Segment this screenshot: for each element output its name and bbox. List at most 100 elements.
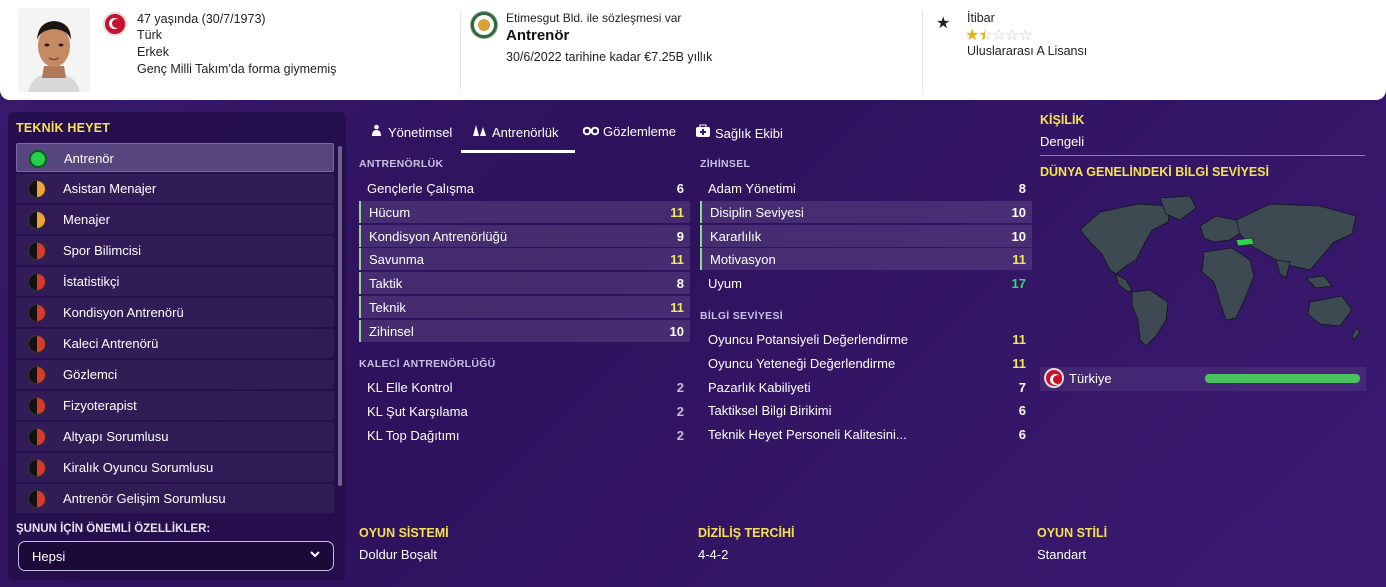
staff-list-item[interactable]: Gözlemci [16, 360, 334, 389]
attribute-row[interactable]: Oyuncu Potansiyeli Değerlendirme 11 [700, 328, 1032, 350]
nationality-text: Türk [137, 28, 162, 42]
tab-label: Sağlık Ekibi [715, 126, 783, 141]
attribute-row[interactable]: Motivasyon 11 [700, 248, 1032, 271]
tab-antrenorluk[interactable]: Antrenörlük [472, 124, 558, 140]
game-system-title: OYUN SİSTEMİ [359, 526, 449, 540]
attribute-row[interactable]: KL Şut Karşılama 2 [359, 400, 690, 422]
attribute-value: 17 [1011, 276, 1026, 292]
staff-item-label: Menajer [63, 212, 110, 227]
attribute-value: 11 [670, 300, 684, 315]
attribute-value: 6 [676, 181, 684, 196]
status-dot-icon [28, 428, 46, 446]
staff-list-item[interactable]: Antrenör [16, 143, 334, 172]
staff-role: Antrenör [506, 27, 570, 44]
attribute-value: 2 [676, 427, 684, 443]
status-dot-icon [28, 242, 46, 260]
staff-item-label: İstatistikçi [63, 274, 120, 289]
status-dot-icon [28, 273, 46, 291]
tab-gozlemleme[interactable]: Gözlemleme [582, 124, 676, 139]
attribute-value: 10 [669, 323, 684, 339]
knowledge-section-title: BİLGİ SEVİYESİ [700, 310, 783, 322]
staff-item-label: Antrenör [64, 151, 114, 166]
attribute-value: 10 [1011, 228, 1026, 244]
club-badge-icon[interactable] [471, 12, 497, 38]
world-knowledge-map[interactable] [1040, 190, 1365, 350]
tab-saglik-ekibi[interactable]: Sağlık Ekibi [695, 124, 783, 141]
attribute-row[interactable]: Kararlılık 10 [700, 224, 1032, 247]
divider [1040, 155, 1365, 156]
attribute-value: 11 [1012, 252, 1026, 268]
staff-list-item[interactable]: Menajer [16, 205, 334, 234]
attribute-row[interactable]: Hücum 11 [359, 200, 690, 223]
star-full-icon: ★ [965, 27, 979, 44]
attribute-row[interactable]: Uyum 17 [700, 272, 1032, 294]
attribute-name: Zihinsel [369, 323, 414, 339]
attribute-row[interactable]: Taktiksel Bilgi Birikimi 6 [700, 399, 1032, 421]
attribute-row[interactable]: Zihinsel 10 [359, 319, 690, 342]
staff-item-label: Kaleci Antrenörü [63, 336, 159, 351]
staff-item-label: Antrenör Gelişim Sorumlusu [63, 491, 226, 506]
goalkeeping-section-title: KALECİ ANTRENÖRLÜĞÜ [359, 358, 496, 370]
staff-header-card: 47 yaşında (30/7/1973) Türk Erkek Genç M… [0, 0, 1386, 100]
formation-title: DİZİLİŞ TERCİHİ [698, 526, 795, 540]
personality-value: Dengeli [1040, 134, 1085, 149]
staff-panel: TEKNİK HEYET Antrenör Asistan Menajer Mena… [8, 112, 346, 580]
staff-list-item[interactable]: Kiralık Oyuncu Sorumlusu [16, 453, 334, 482]
attribute-value: 8 [1018, 181, 1026, 196]
filter-value: Hepsi [32, 549, 66, 564]
attribute-row[interactable]: Adam Yönetimi 8 [700, 177, 1032, 199]
staff-list-item[interactable]: Kondisyon Antrenörü [16, 298, 334, 327]
star-empty-icon: ☆ [1005, 27, 1019, 44]
attribute-value: 6 [1018, 403, 1026, 419]
attribute-row[interactable]: KL Top Dağıtımı 2 [359, 424, 690, 446]
staff-list-item[interactable]: Spor Bilimcisi [16, 236, 334, 265]
attribute-name: Oyuncu Potansiyeli Değerlendirme [708, 332, 909, 347]
staff-item-label: Gözlemci [63, 367, 118, 382]
tab-label: Gözlemleme [603, 124, 676, 139]
attribute-row[interactable]: Savunma 11 [359, 248, 690, 271]
attribute-row[interactable]: KL Elle Kontrol 2 [359, 376, 690, 398]
medical-kit-icon [695, 124, 711, 141]
attribute-name: Hücum [369, 204, 411, 220]
attribute-row[interactable]: Teknik Heyet Personeli Kalitesini... 6 [700, 423, 1032, 445]
attribute-row[interactable]: Taktik 8 [359, 272, 690, 295]
staff-list-item[interactable]: Altyapı Sorumlusu [16, 422, 334, 451]
turkey-flag-icon [103, 12, 127, 36]
attribute-name: KL Şut Karşılama [367, 403, 468, 419]
status-dot-icon [28, 459, 46, 477]
staff-list-item[interactable]: Kaleci Antrenörü [16, 329, 334, 358]
attribute-name: Adam Yönetimi [708, 181, 796, 196]
status-dot-icon [28, 397, 46, 415]
attribute-filter-select[interactable]: Hepsi [18, 541, 334, 571]
attribute-row[interactable]: Teknik 11 [359, 296, 690, 318]
attribute-row[interactable]: Pazarlık Kabiliyeti 7 [700, 376, 1032, 398]
country-name: Türkiye [1069, 371, 1112, 386]
country-knowledge-row[interactable]: Türkiye [1040, 367, 1366, 391]
attribute-row[interactable]: Gençlerle Çalışma 6 [359, 177, 690, 199]
staff-list: Antrenör Asistan Menajer Menajer Spor Bilim… [16, 143, 334, 515]
age-text: 47 yaşında (30/7/1973) [137, 12, 266, 26]
attribute-name: Oyuncu Yeteneği Değerlendirme [708, 355, 896, 371]
staff-list-scrollbar[interactable] [338, 146, 342, 486]
attribute-value: 11 [670, 204, 684, 220]
caps-text: Genç Milli Takım'da forma giymemiş [137, 62, 337, 76]
staff-list-item[interactable]: Asistan Menajer [16, 174, 334, 203]
star-half-icon: ☆★ [978, 27, 992, 44]
attribute-row[interactable]: Kondisyon Antrenörlüğü 9 [359, 224, 690, 247]
tab-yonetimsel[interactable]: Yönetimsel [368, 124, 452, 140]
contract-club-text[interactable]: Etimesgut Bld. ile sözleşmesi var [506, 11, 681, 25]
play-style-value: Standart [1037, 547, 1087, 562]
staff-item-label: Spor Bilimcisi [63, 243, 142, 258]
attribute-value: 8 [676, 276, 684, 292]
staff-list-item[interactable]: Antrenör Gelişim Sorumlusu [16, 484, 334, 513]
attribute-row[interactable]: Oyuncu Yeteneği Değerlendirme 11 [700, 352, 1032, 374]
attribute-value: 11 [1012, 355, 1026, 371]
attribute-name: Gençlerle Çalışma [367, 181, 474, 196]
staff-list-item[interactable]: İstatistikçi [16, 267, 334, 296]
staff-list-item[interactable]: Fizyoterapist [16, 391, 334, 420]
turkey-flag-icon [1044, 368, 1064, 388]
attribute-row[interactable]: Disiplin Seviyesi 10 [700, 200, 1032, 223]
attribute-value: 2 [676, 403, 684, 419]
personality-title: KİŞİLİK [1040, 113, 1085, 127]
attribute-name: Kararlılık [710, 228, 762, 244]
